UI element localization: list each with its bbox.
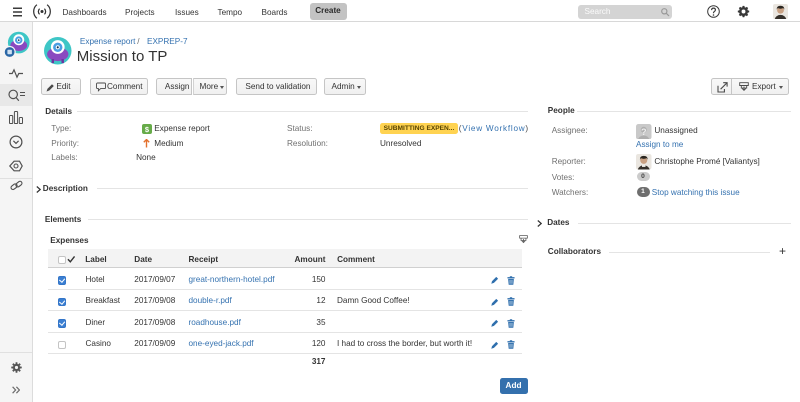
svg-text:?: ? xyxy=(641,127,647,137)
